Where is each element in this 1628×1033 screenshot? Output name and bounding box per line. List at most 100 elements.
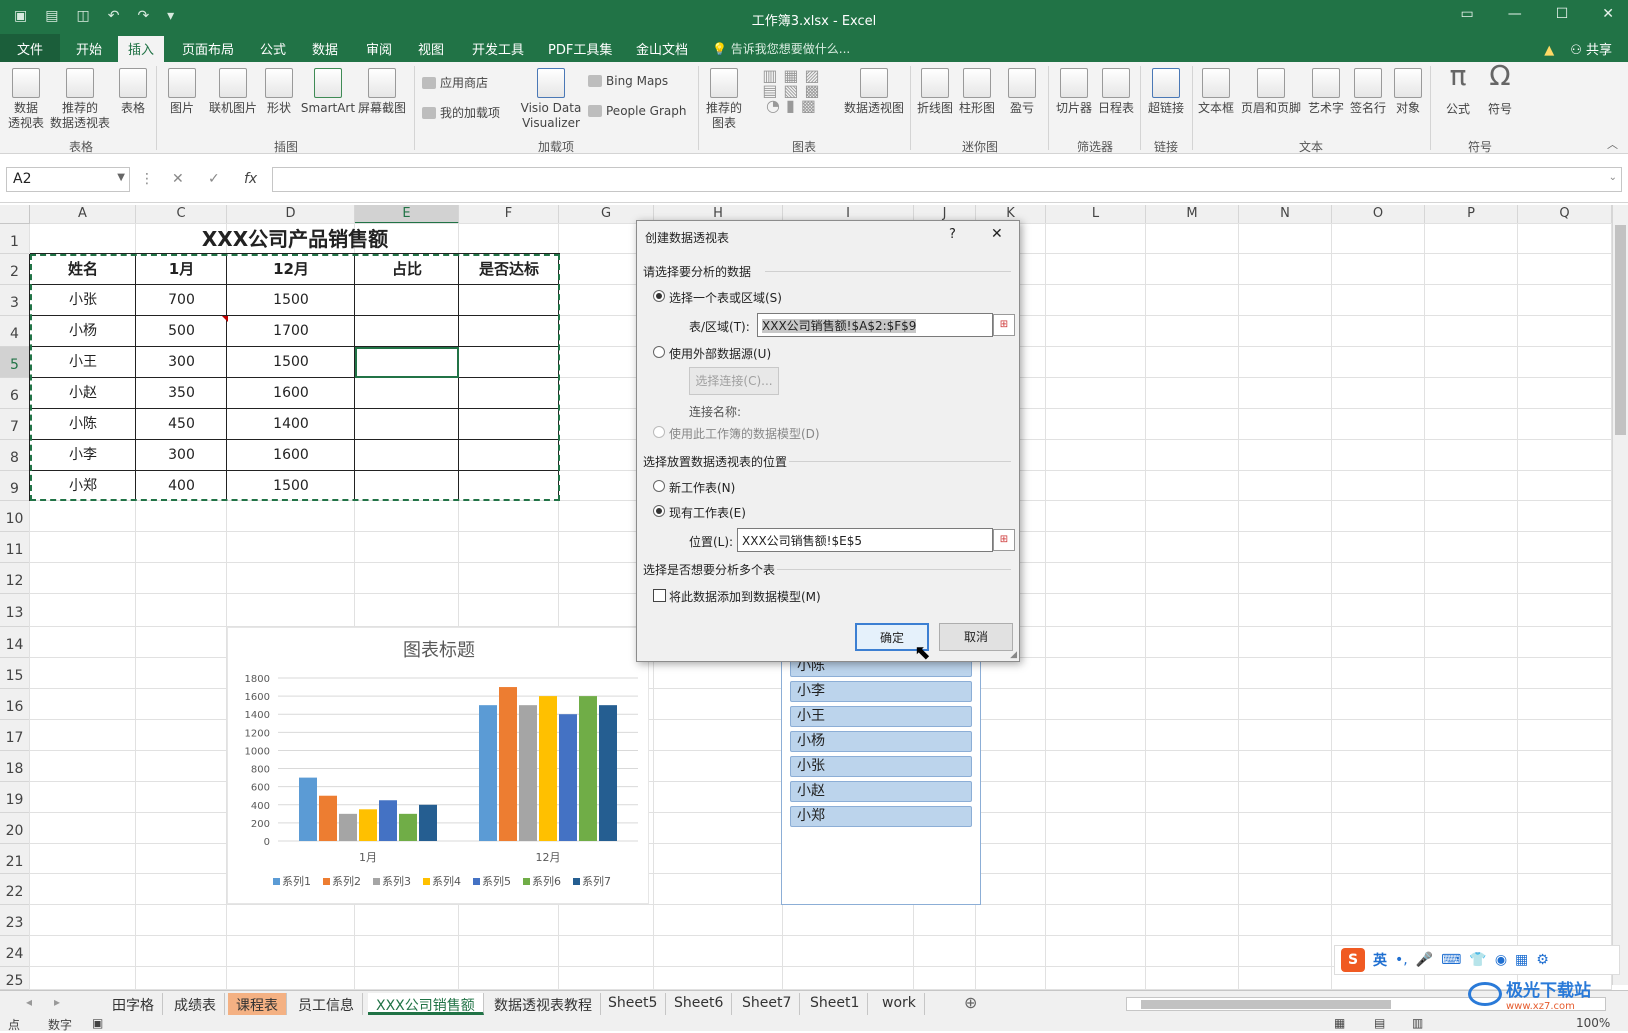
apps-icon[interactable]: ▦ [1515, 952, 1528, 968]
sheet-tab[interactable]: 成绩表 [166, 993, 225, 1015]
tab-data[interactable]: 数据 [312, 39, 338, 58]
formula-input[interactable]: ⌄ [272, 167, 1622, 192]
recommended-charts-button[interactable]: 推荐的 图表 [704, 68, 744, 131]
insert-function-icon[interactable]: fx [244, 171, 257, 187]
row-header-1[interactable]: 1 [0, 224, 30, 254]
resize-grip-icon[interactable]: ◢ [1010, 650, 1017, 660]
mic-icon[interactable]: 🎤 [1416, 952, 1433, 968]
name-box[interactable]: A2 ▼ [6, 167, 130, 192]
recommended-pivot-button[interactable]: 推荐的 数据透视表 [48, 68, 112, 131]
radio-external-source[interactable] [653, 346, 665, 358]
next-sheet-icon[interactable]: ▸ [54, 995, 60, 1009]
skin-icon[interactable]: 👕 [1469, 952, 1486, 968]
sheet-tab[interactable]: Sheet6 [666, 993, 733, 1015]
row-header-8[interactable]: 8 [0, 440, 30, 471]
column-header-A[interactable]: A [30, 205, 136, 224]
table-title[interactable]: XXX公司产品销售额 [30, 224, 560, 254]
data-model-checkbox-label[interactable]: 将此数据添加到数据模型(M) [669, 588, 821, 605]
tab-home[interactable]: 开始 [76, 39, 102, 58]
column-header-N[interactable]: N [1239, 205, 1332, 224]
range-picker-icon[interactable]: ⊞ [993, 314, 1015, 336]
radio-existing-worksheet-label[interactable]: 现有工作表(E) [669, 504, 746, 521]
help-icon[interactable]: ? [949, 227, 956, 242]
h-scroll-thumb[interactable] [1141, 1000, 1391, 1009]
column-header-F[interactable]: F [459, 205, 559, 224]
row-header-7[interactable]: 7 [0, 409, 30, 440]
row-header-9[interactable]: 9 [0, 471, 30, 501]
choose-connection-button[interactable]: 选择连接(C)... [689, 367, 779, 395]
collapse-ribbon-icon[interactable]: ︿ [1607, 136, 1618, 152]
bing-maps-button[interactable]: Bing Maps [588, 74, 668, 88]
radio-new-worksheet[interactable] [653, 480, 665, 492]
row-header-17[interactable]: 17 [0, 720, 30, 751]
location-picker-icon[interactable]: ⊞ [993, 529, 1015, 551]
zoom-level[interactable]: 100% [1576, 1016, 1610, 1030]
column-header-C[interactable]: C [136, 205, 227, 224]
sparkline-line-button[interactable]: 折线图 [916, 68, 954, 116]
add-sheet-icon[interactable]: ⊕ [964, 993, 977, 1012]
row-header-11[interactable]: 11 [0, 532, 30, 563]
row-header-18[interactable]: 18 [0, 751, 30, 782]
vertical-scrollbar[interactable] [1612, 205, 1628, 985]
tab-kingsoft-docs[interactable]: 金山文档 [636, 39, 688, 58]
sheet-tab[interactable]: XXX公司销售额 [368, 993, 484, 1015]
macro-record-icon[interactable]: ▣ [92, 1016, 103, 1030]
tab-page-layout[interactable]: 页面布局 [182, 39, 234, 58]
row-header-21[interactable]: 21 [0, 844, 30, 874]
row-header-24[interactable]: 24 [0, 936, 30, 967]
pivot-table-button[interactable]: 数据 透视表 [6, 68, 46, 131]
punctuation-icon[interactable]: •, [1395, 952, 1408, 968]
maximize-icon[interactable]: ☐ [1556, 6, 1569, 22]
row-header-12[interactable]: 12 [0, 563, 30, 594]
scroll-thumb[interactable] [1615, 225, 1626, 435]
ime-toolbar[interactable]: S 英 •, 🎤 ⌨ 👕 ◉ ▦ ⚙ [1334, 945, 1620, 975]
radio-table-range[interactable] [653, 290, 665, 302]
signature-line-button[interactable]: 签名行 [1348, 68, 1388, 116]
minimize-icon[interactable]: — [1508, 6, 1522, 22]
radio-data-model[interactable] [653, 426, 665, 438]
slicer-item[interactable]: 小王 [790, 706, 972, 727]
sheet-tab[interactable]: 课程表 [228, 993, 287, 1015]
column-header-Q[interactable]: Q [1518, 205, 1612, 224]
tab-insert[interactable]: 插入 [118, 36, 165, 62]
pivot-chart-button[interactable]: 数据透视图 [844, 68, 904, 116]
settings-icon[interactable]: ⚙ [1536, 952, 1549, 968]
slicer-item[interactable]: 小张 [790, 756, 972, 777]
ime-language[interactable]: 英 [1373, 950, 1387, 970]
ribbon-display-icon[interactable]: ▭ [1460, 6, 1473, 22]
tab-developer[interactable]: 开发工具 [472, 39, 524, 58]
keyboard-icon[interactable]: ⌨ [1441, 952, 1461, 968]
column-header-L[interactable]: L [1046, 205, 1146, 224]
page-layout-view-icon[interactable]: ▤ [1374, 1016, 1385, 1030]
textbox-button[interactable]: 文本框 [1196, 68, 1236, 116]
row-header-3[interactable]: 3 [0, 285, 30, 316]
normal-view-icon[interactable]: ▦ [1334, 1016, 1345, 1030]
sheet-tab[interactable]: 数据透视表教程 [486, 993, 601, 1015]
close-icon[interactable]: ✕ [991, 226, 1003, 242]
slicer-button[interactable]: 切片器 [1054, 68, 1094, 116]
radio-existing-worksheet[interactable] [653, 505, 665, 517]
symbol-button[interactable]: Ω 符号 [1482, 62, 1518, 117]
row-header-19[interactable]: 19 [0, 782, 30, 813]
row-header-6[interactable]: 6 [0, 378, 30, 409]
chart-container[interactable]: 图表标题 0 200 400 600 800 1000 1200 1400 1600 1800 1月 1… [227, 627, 649, 904]
tell-me-box[interactable]: 💡 告诉我您想要做什么... [712, 40, 850, 57]
row-header-22[interactable]: 22 [0, 874, 30, 905]
column-header-O[interactable]: O [1332, 205, 1425, 224]
row-header-4[interactable]: 4 [0, 316, 30, 347]
shapes-button[interactable]: 形状 [262, 68, 296, 116]
smartart-button[interactable]: SmartArt [300, 68, 356, 116]
row-header-13[interactable]: 13 [0, 594, 30, 627]
row-header-23[interactable]: 23 [0, 905, 30, 936]
timeline-button[interactable]: 日程表 [1096, 68, 1136, 116]
row-header-10[interactable]: 10 [0, 501, 30, 532]
tab-review[interactable]: 审阅 [366, 39, 392, 58]
picture-button[interactable]: 图片 [164, 68, 200, 116]
confirm-entry-icon[interactable]: ✓ [208, 171, 220, 187]
data-model-checkbox[interactable] [653, 589, 666, 602]
sparkline-column-button[interactable]: 柱形图 [958, 68, 996, 116]
sheet-tab[interactable]: 田字格 [104, 993, 163, 1015]
people-graph-button[interactable]: People Graph [588, 104, 687, 118]
my-addins-button[interactable]: 我的加载项 [422, 104, 500, 121]
slicer-item[interactable]: 小杨 [790, 731, 972, 752]
